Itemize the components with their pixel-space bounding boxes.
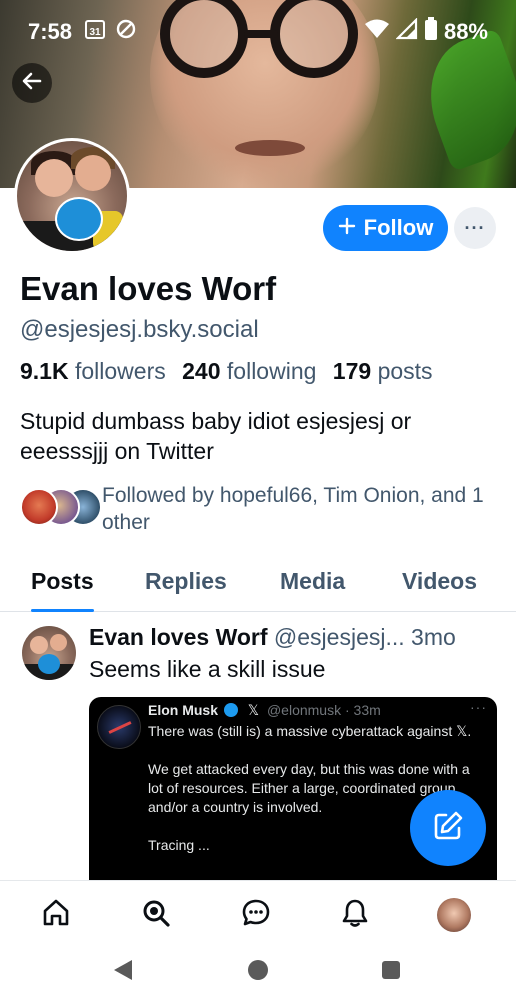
post-avatar-face-left [30, 636, 48, 654]
nav-home[interactable] [36, 895, 76, 935]
avatar-plush-toy [55, 197, 103, 241]
compose-button[interactable] [410, 790, 486, 866]
post-author-name[interactable]: Evan loves Worf [89, 624, 268, 650]
following-label: following [226, 358, 317, 384]
embed-avatar [97, 705, 141, 749]
nav-chat[interactable] [236, 895, 276, 935]
nav-search[interactable] [136, 895, 176, 935]
system-recents-icon[interactable] [382, 961, 400, 979]
posts-label: posts [377, 358, 433, 384]
post-avatar-plush [38, 654, 60, 674]
followers-count: 9.1K [20, 358, 69, 384]
plus-icon [338, 215, 356, 241]
post-time[interactable]: 3mo [411, 624, 456, 650]
avatar-face-left [35, 159, 73, 197]
follow-button[interactable]: Follow [323, 205, 448, 251]
tab-label: Videos [402, 568, 477, 594]
arrow-left-icon [20, 69, 44, 98]
nav-profile-avatar [437, 898, 471, 932]
profile-bio: Stupid dumbass baby idiot esjesjesj or e… [20, 408, 412, 464]
post-avatar-face-right [50, 634, 67, 651]
status-bar: 7:58 31 88% [0, 0, 516, 64]
system-navigation [0, 952, 516, 1000]
bottom-navigation [0, 880, 516, 952]
embed-header: Elon Musk 𝕏 @elonmusk · 33m [148, 702, 381, 719]
embed-x-glyph: 𝕏 [247, 702, 260, 718]
tab-label: Media [280, 568, 346, 594]
followed-by-text: Followed by hopeful66, Tim Onion, and 1 … [102, 484, 484, 534]
follower-avatar [20, 488, 58, 526]
battery-icon [424, 17, 438, 47]
embed-author-name: Elon Musk [148, 702, 219, 718]
nav-profile[interactable] [434, 895, 474, 935]
post-author-avatar[interactable] [22, 626, 76, 680]
search-icon [140, 897, 172, 934]
following-stat[interactable]: 240 following [182, 358, 316, 384]
nav-notifications[interactable] [335, 895, 375, 935]
signal-icon [395, 17, 418, 46]
embed-more-icon: ··· [470, 699, 487, 715]
calendar-badge: 31 [89, 27, 101, 38]
profile-tabs: Posts Replies Media Videos [0, 556, 516, 612]
wifi-icon [364, 18, 390, 46]
posts-stat: 179 posts [333, 358, 433, 384]
posts-count: 179 [332, 358, 372, 384]
system-back-icon[interactable] [114, 960, 132, 980]
pencil-square-icon [431, 809, 465, 848]
embed-handle-time: @elonmusk · 33m [266, 702, 381, 718]
followers-stat[interactable]: 9.1K followers [20, 358, 166, 384]
tab-media[interactable]: Media [280, 556, 345, 612]
post-author-handle[interactable]: @esjesjesj... [274, 624, 405, 650]
back-button[interactable] [12, 63, 52, 103]
follow-label: Follow [363, 215, 434, 240]
following-count: 240 [182, 358, 221, 384]
tab-posts[interactable]: Posts [31, 556, 94, 612]
profile-stats: 9.1K followers 240 following 179 posts [20, 358, 433, 385]
followers-label: followers [74, 358, 166, 384]
tab-label: Replies [145, 568, 227, 594]
tab-label: Posts [31, 568, 94, 594]
home-icon [40, 897, 72, 934]
tab-active-indicator [31, 609, 94, 612]
bell-icon [339, 897, 371, 934]
tab-videos[interactable]: Videos [402, 556, 477, 612]
banner-mouth [235, 140, 305, 156]
system-home-icon[interactable] [248, 960, 268, 980]
profile-handle: @esjesjesj.bsky.social [20, 316, 259, 343]
calendar-icon: 31 [84, 18, 106, 46]
battery-percent: 88% [443, 19, 488, 44]
display-name: Evan loves Worf [20, 270, 277, 307]
status-time: 7:58 [28, 19, 73, 44]
ellipsis-icon: ··· [464, 217, 486, 238]
avatar-face-right [75, 155, 111, 191]
post-header: Evan loves Worf @esjesjesj... 3mo [89, 624, 504, 651]
followed-by[interactable]: Followed by hopeful66, Tim Onion, and 1 … [20, 482, 500, 538]
more-options-button[interactable]: ··· [454, 207, 496, 249]
followed-by-avatars [20, 488, 102, 528]
chat-bubble-icon [240, 897, 272, 934]
do-not-disturb-icon [116, 19, 136, 45]
post-text: Seems like a skill issue [89, 656, 326, 682]
profile-avatar[interactable] [14, 138, 130, 254]
tab-replies[interactable]: Replies [145, 556, 227, 612]
verified-badge-icon [223, 703, 238, 717]
